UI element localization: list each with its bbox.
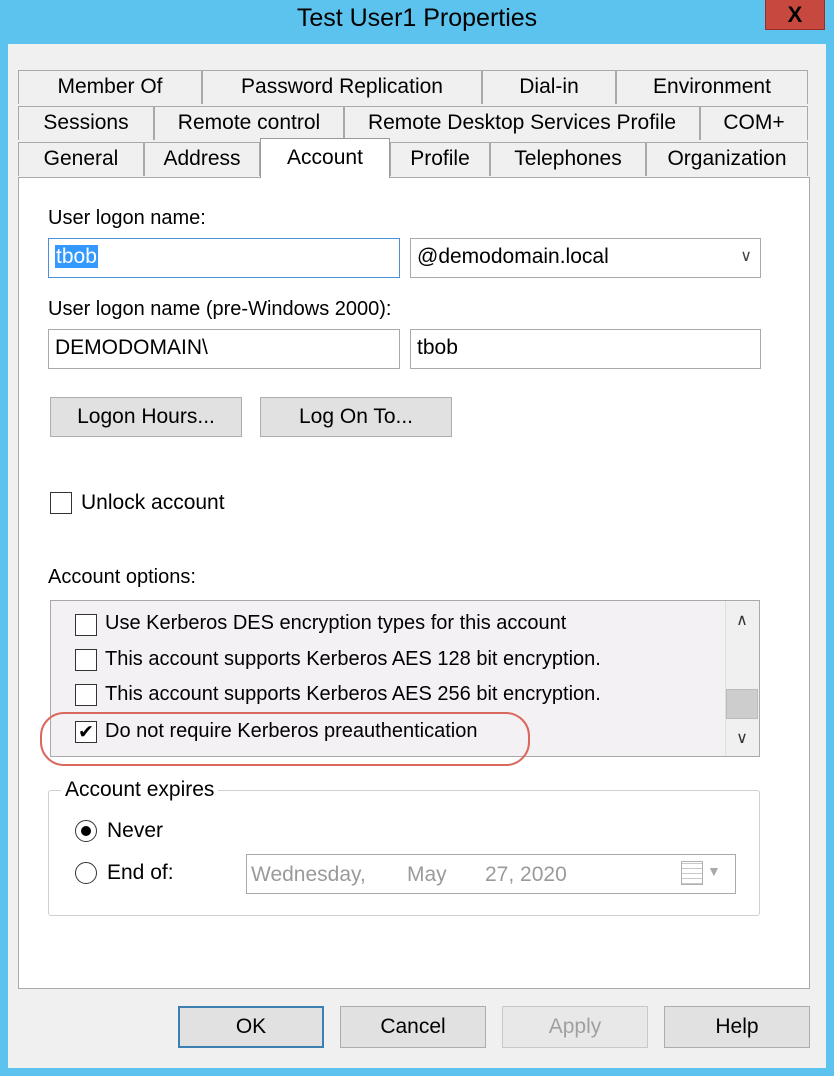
tab-environment[interactable]: Environment <box>616 70 808 104</box>
tab-sessions[interactable]: Sessions <box>18 106 154 140</box>
close-icon: X <box>787 1 803 27</box>
end-of-label: End of: <box>107 861 174 884</box>
tab-member-of[interactable]: Member Of <box>18 70 202 104</box>
end-of-date-picker[interactable]: Wednesday, May 27, 2020 ▼ <box>246 854 736 894</box>
account-expires-legend: Account expires <box>61 778 219 802</box>
calendar-icon <box>681 861 703 885</box>
unlock-account-checkbox[interactable] <box>50 492 72 514</box>
scrollbar-thumb[interactable] <box>726 689 758 719</box>
log-on-to-button[interactable]: Log On To... <box>260 397 452 437</box>
upn-suffix-value: @demodomain.local <box>417 245 609 268</box>
tab-account[interactable]: Account <box>260 138 390 178</box>
never-radio[interactable] <box>75 820 97 842</box>
date-day-year: 27, 2020 <box>485 863 567 886</box>
upn-suffix-select[interactable]: @demodomain.local ∨ <box>410 238 761 278</box>
tab-com-plus[interactable]: COM+ <box>700 106 808 140</box>
close-button[interactable]: X <box>765 0 825 30</box>
tab-dial-in[interactable]: Dial-in <box>482 70 616 104</box>
account-expires-group <box>48 790 760 916</box>
highlight-annotation <box>40 712 530 766</box>
ok-button[interactable]: OK <box>178 1006 324 1048</box>
pre-windows-2000-logon-input[interactable]: tbob <box>410 329 761 369</box>
tab-address[interactable]: Address <box>144 142 260 176</box>
scroll-up-icon[interactable]: ∧ <box>726 605 758 635</box>
window-title: Test User1 Properties <box>296 4 538 32</box>
use-kerberos-des-label: Use Kerberos DES encryption types for th… <box>105 612 567 634</box>
cancel-button[interactable]: Cancel <box>340 1006 486 1048</box>
tab-remote-control[interactable]: Remote control <box>154 106 344 140</box>
account-options-label: Account options: <box>48 566 196 588</box>
user-logon-name-value: tbob <box>55 245 98 268</box>
apply-button[interactable]: Apply <box>502 1006 648 1048</box>
tab-profile[interactable]: Profile <box>390 142 490 176</box>
chevron-down-icon: ∨ <box>740 248 752 265</box>
user-logon-name-label: User logon name: <box>48 207 206 229</box>
user-logon-name-input[interactable]: tbob <box>48 238 400 278</box>
tab-telephones[interactable]: Telephones <box>490 142 646 176</box>
pre-windows-2000-domain-field: DEMODOMAIN\ <box>48 329 400 369</box>
kerberos-aes-256-checkbox[interactable] <box>75 684 97 706</box>
help-button[interactable]: Help <box>664 1006 810 1048</box>
tab-remote-desktop-services-profile[interactable]: Remote Desktop Services Profile <box>344 106 700 140</box>
logon-hours-button[interactable]: Logon Hours... <box>50 397 242 437</box>
end-of-radio[interactable] <box>75 862 97 884</box>
pre-windows-2000-label: User logon name (pre-Windows 2000): <box>48 298 392 320</box>
tab-general[interactable]: General <box>18 142 144 176</box>
use-kerberos-des-checkbox[interactable] <box>75 614 97 636</box>
kerberos-aes-128-label: This account supports Kerberos AES 128 b… <box>105 648 601 670</box>
date-weekday: Wednesday, <box>251 863 366 886</box>
tab-password-replication[interactable]: Password Replication <box>202 70 482 104</box>
date-month: May <box>407 863 447 886</box>
scroll-down-icon[interactable]: ∨ <box>726 723 758 753</box>
radio-selected-dot <box>81 826 91 836</box>
account-options-scrollbar[interactable]: ∧ ∨ <box>725 601 759 756</box>
never-label: Never <box>107 819 164 842</box>
unlock-account-label: Unlock account <box>81 491 225 514</box>
kerberos-aes-128-checkbox[interactable] <box>75 649 97 671</box>
tab-organization[interactable]: Organization <box>646 142 808 176</box>
dropdown-arrow-icon: ▼ <box>707 863 721 879</box>
kerberos-aes-256-label: This account supports Kerberos AES 256 b… <box>105 683 601 705</box>
